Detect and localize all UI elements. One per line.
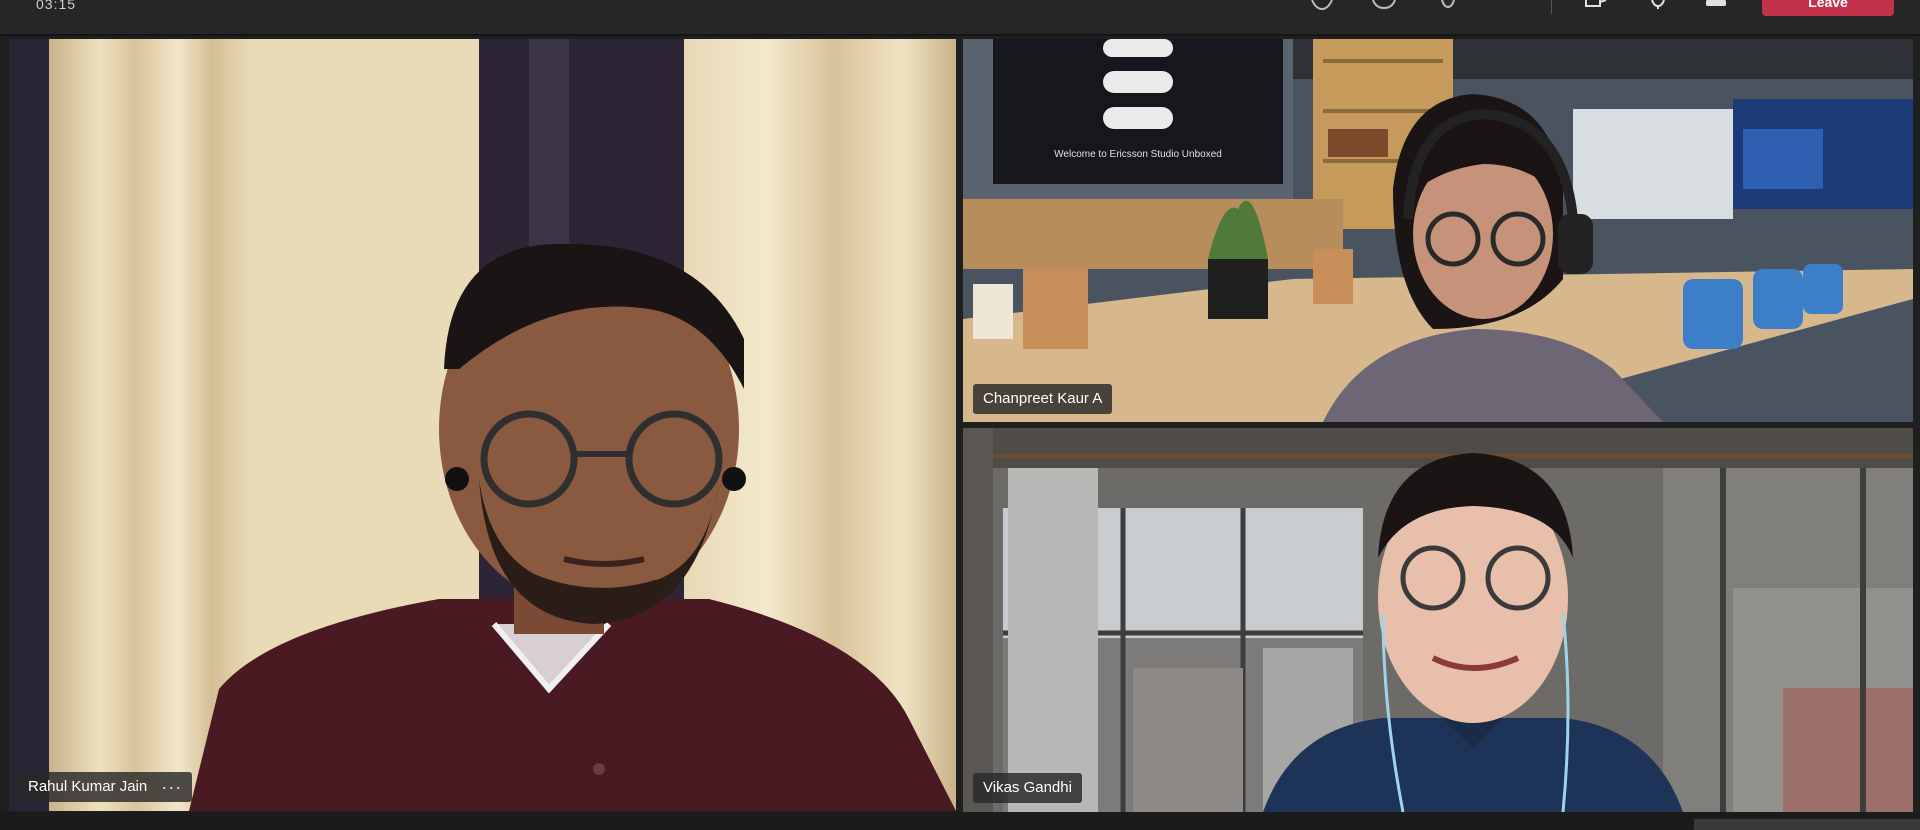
- toolbar-divider: [1551, 0, 1552, 14]
- chat-button[interactable]: [1366, 0, 1402, 10]
- people-button[interactable]: [1304, 0, 1340, 10]
- camera-button[interactable]: [1578, 0, 1614, 10]
- participant-name-tag: Chanpreet Kaur A: [973, 384, 1113, 414]
- leave-button[interactable]: Leave: [1762, 0, 1894, 16]
- participant-name: Vikas Gandhi: [983, 779, 1072, 796]
- meeting-toolbar: 03:15 Leave: [0, 0, 1920, 36]
- chat-icon: [1370, 0, 1398, 10]
- participant-tile-vikas[interactable]: Vikas Gandhi: [963, 428, 1913, 812]
- video-feed-chanpreet: Welcome to Ericsson Studio Unboxed: [963, 39, 1913, 422]
- mic-icon: [1644, 0, 1672, 10]
- raise-hand-button[interactable]: [1430, 0, 1466, 10]
- participant-name-tag: Vikas Gandhi: [973, 773, 1082, 803]
- meeting-timer: 03:15: [36, 0, 77, 12]
- bottom-strip: [0, 812, 1920, 830]
- participant-tile-rahul[interactable]: Rahul Kumar Jain ···: [9, 39, 956, 811]
- more-options-icon[interactable]: ···: [161, 772, 182, 802]
- horizontal-scrollbar[interactable]: [1694, 819, 1920, 830]
- raise-hand-icon: [1434, 0, 1462, 10]
- participant-name: Chanpreet Kaur A: [983, 390, 1103, 407]
- office-screen-text: Welcome to Ericsson Studio Unboxed: [1054, 149, 1222, 160]
- share-button[interactable]: [1698, 0, 1734, 10]
- video-feed-vikas: [963, 428, 1913, 812]
- video-feed-rahul: [9, 39, 956, 811]
- participant-tile-chanpreet[interactable]: Welcome to Ericsson Studio Unboxed Chanp…: [963, 39, 1913, 422]
- mic-button[interactable]: [1640, 0, 1676, 10]
- people-icon: [1308, 0, 1336, 10]
- participant-name: Rahul Kumar Jain: [28, 778, 148, 795]
- participant-name-tag: Rahul Kumar Jain ···: [18, 772, 193, 802]
- camera-icon: [1582, 0, 1610, 10]
- share-icon: [1702, 0, 1730, 10]
- teams-meeting-window: 03:15 Leave Rahul Kumar Jain ··· Welcome…: [0, 0, 1920, 830]
